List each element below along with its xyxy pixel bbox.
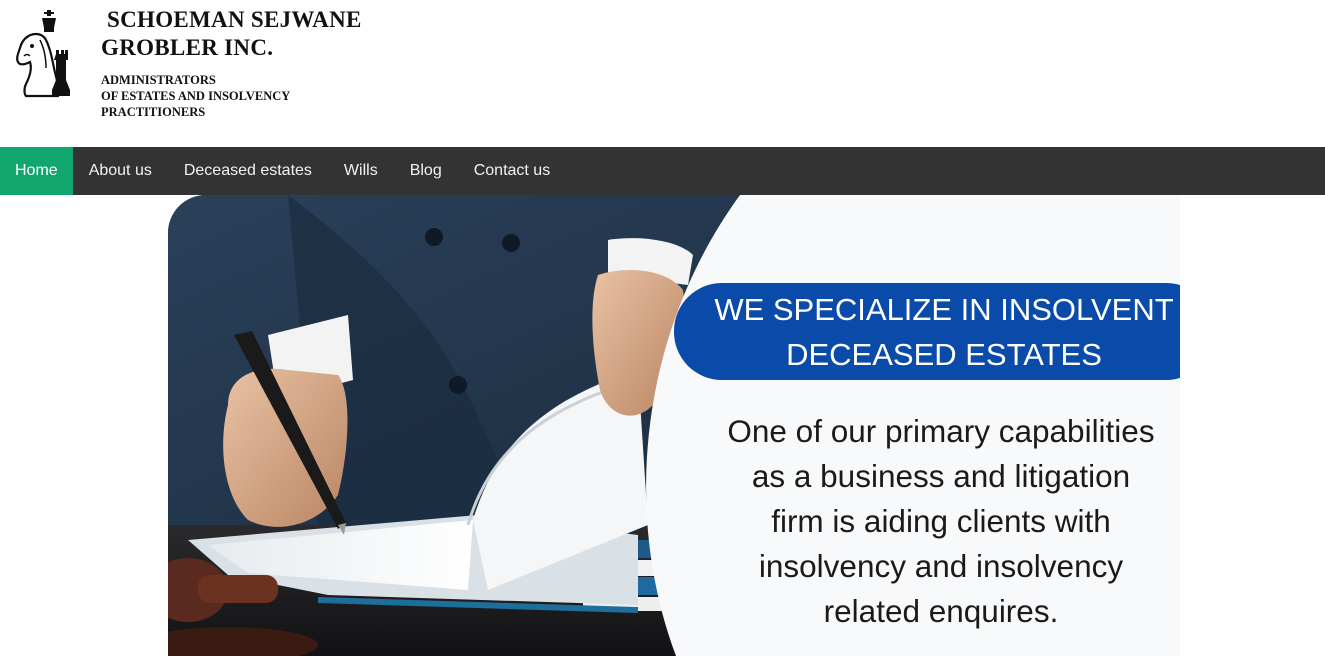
headline-banner: WE SPECIALIZE IN INSOLVENT DECEASED ESTA…: [674, 283, 1180, 380]
nav-item-home[interactable]: Home: [0, 147, 73, 195]
headline-line-2: DECEASED ESTATES: [786, 337, 1102, 372]
nav-item-deceased-estates[interactable]: Deceased estates: [168, 147, 328, 195]
tagline-line-2: OF ESTATES AND INSOLVENCY: [101, 89, 291, 103]
firm-name-line-1: SCHOEMAN SEJWANE: [107, 7, 362, 32]
firm-name: SCHOEMAN SEJWANE GROBLER INC.: [101, 6, 362, 62]
nav-item-contact-us[interactable]: Contact us: [458, 147, 566, 195]
nav-item-blog[interactable]: Blog: [394, 147, 458, 195]
firm-name-line-2: GROBLER INC.: [101, 35, 274, 60]
chess-knight-logo-icon[interactable]: [10, 8, 74, 100]
firm-tagline: ADMINISTRATORS OF ESTATES AND INSOLVENCY…: [101, 72, 290, 120]
site-header: SCHOEMAN SEJWANE GROBLER INC. ADMINISTRA…: [0, 0, 1325, 147]
main-nav: Home About us Deceased estates Wills Blo…: [0, 147, 1325, 195]
tagline-line-3: PRACTITIONERS: [101, 105, 206, 119]
hero-description: One of our primary capabilities as a bus…: [727, 413, 1155, 629]
headline-line-1: WE SPECIALIZE IN INSOLVENT: [714, 292, 1174, 327]
tagline-line-1: ADMINISTRATORS: [101, 73, 216, 87]
hero-banner: WE SPECIALIZE IN INSOLVENT DECEASED ESTA…: [168, 195, 1180, 656]
nav-item-wills[interactable]: Wills: [328, 147, 394, 195]
nav-item-about-us[interactable]: About us: [73, 147, 168, 195]
